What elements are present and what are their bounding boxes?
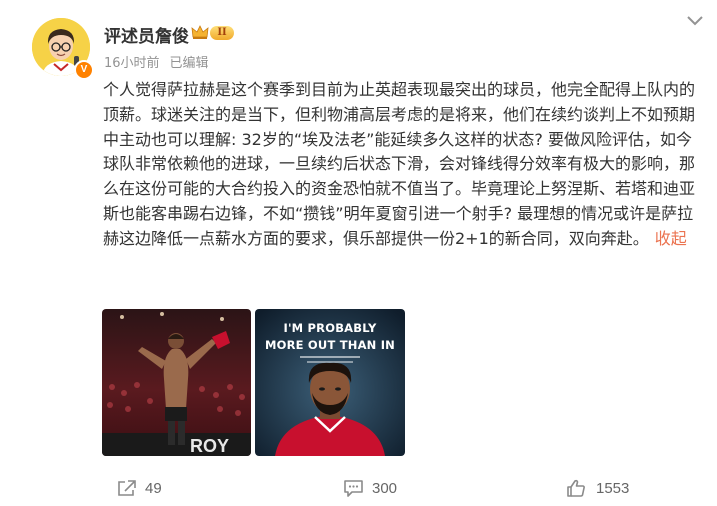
author-name[interactable]: 评述员詹俊: [104, 22, 189, 47]
edited-label[interactable]: 已编辑: [170, 56, 209, 71]
level-badge: II: [210, 26, 234, 40]
collapse-link[interactable]: 收起: [655, 229, 687, 248]
weibo-post-card: V 评述员詹俊 II 16小时前 已编辑 个人觉得萨拉赫是这个赛季到目前为止英超表…: [0, 0, 717, 506]
share-button[interactable]: 49: [117, 474, 162, 502]
salah-celebration-photo[interactable]: ROY: [102, 309, 251, 456]
share-count: 49: [145, 479, 162, 497]
verified-badge-icon: V: [74, 60, 94, 80]
svg-text:ROY: ROY: [190, 436, 229, 456]
comment-count: 300: [372, 479, 398, 497]
like-button[interactable]: 1553: [566, 474, 629, 502]
action-bar: 49 300 1553: [0, 474, 717, 502]
thumbs-up-icon: [567, 479, 585, 497]
poster-caption-line: MORE OUT THAN IN: [265, 338, 395, 352]
post-meta: 16小时前 已编辑: [104, 52, 209, 71]
salah-poster[interactable]: I'M PROBABLY MORE OUT THAN IN: [255, 309, 405, 456]
post-time[interactable]: 16小时前: [104, 56, 160, 71]
comment-icon: [344, 480, 363, 497]
poster-caption: I'M PROBABLY MORE OUT THAN IN: [255, 320, 405, 354]
comment-button[interactable]: 300: [343, 474, 397, 502]
share-icon: [118, 480, 136, 496]
poster-caption-line: I'M PROBABLY: [283, 321, 377, 335]
post-body: 个人觉得萨拉赫是这个赛季到目前为止英超表现最突出的球员，他完全配得上队内的顶薪。…: [103, 80, 696, 248]
crown-icon: [191, 25, 209, 39]
post-text: 个人觉得萨拉赫是这个赛季到目前为止英超表现最突出的球员，他完全配得上队内的顶薪。…: [103, 78, 701, 252]
chevron-down-icon[interactable]: [686, 14, 704, 28]
like-count: 1553: [596, 479, 630, 497]
